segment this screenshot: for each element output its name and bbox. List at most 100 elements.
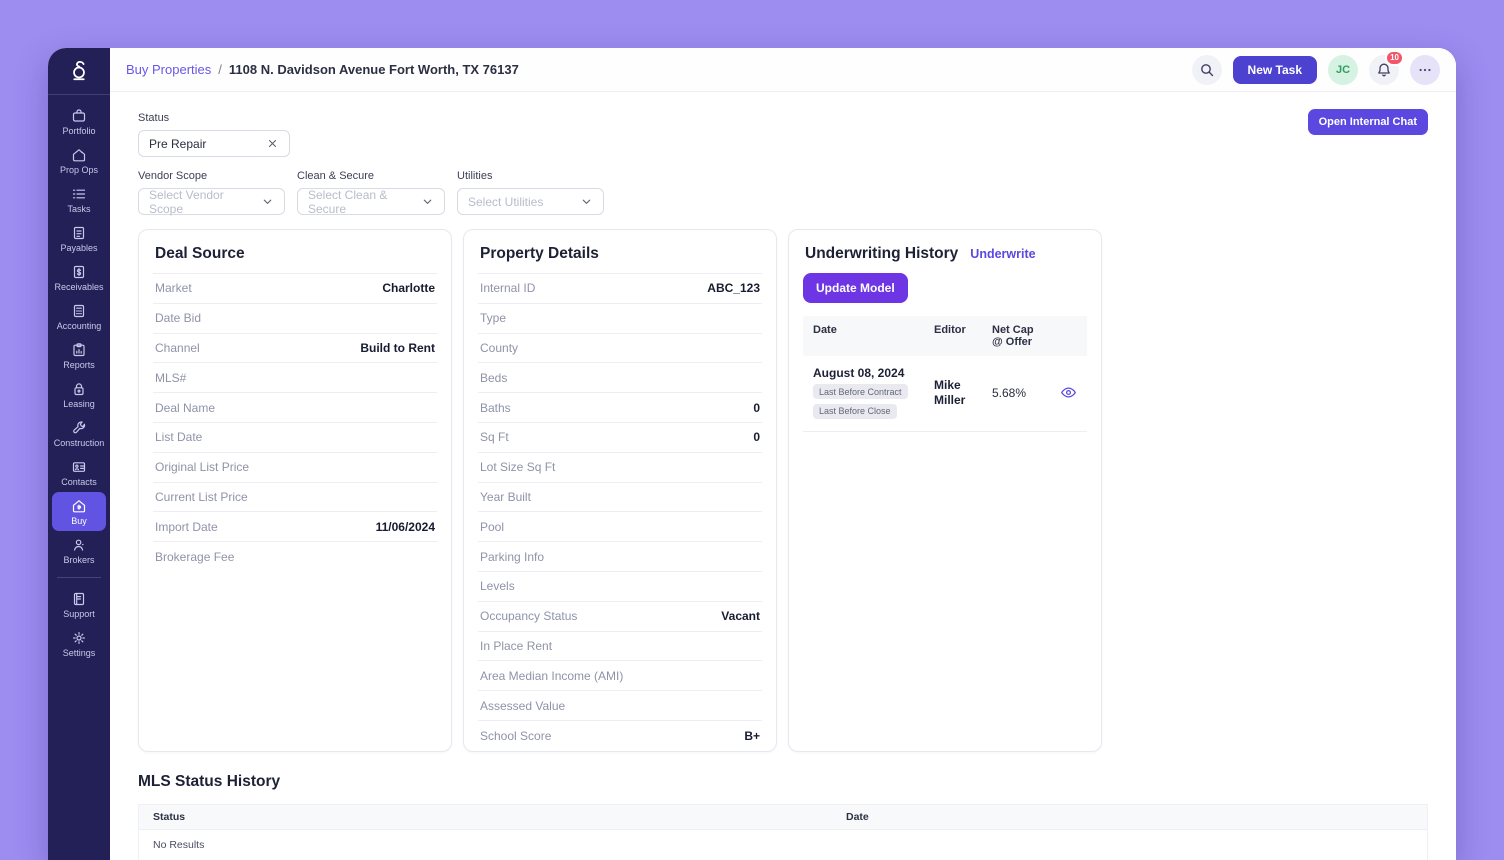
clean-secure-label: Clean & Secure	[297, 170, 445, 182]
search-button[interactable]	[1192, 55, 1222, 85]
clean-secure-select[interactable]: Select Clean & Secure	[297, 188, 445, 215]
property-row-levels: Levels	[478, 572, 762, 602]
topbar: Buy Properties / 1108 N. Davidson Avenue…	[110, 48, 1456, 92]
tag-last-before-close: Last Before Close	[813, 404, 897, 419]
sidebar-item-contacts[interactable]: Contacts	[52, 453, 106, 492]
app-window: Portfolio Prop Ops Tasks Payables Receiv…	[48, 48, 1456, 860]
utilities-label: Utilities	[457, 170, 604, 182]
info-cards: Deal Source MarketCharlotte Date Bid Cha…	[138, 229, 1428, 752]
property-row-type: Type	[478, 304, 762, 334]
sidebar-item-reports[interactable]: Reports	[52, 336, 106, 375]
underwriting-header: Underwriting History Underwrite	[803, 230, 1087, 267]
underwriting-history-card: Underwriting History Underwrite Update M…	[788, 229, 1102, 752]
deal-source-row-original-list-price: Original List Price	[153, 453, 437, 483]
settings-icon	[71, 630, 87, 646]
deal-source-row-brokerage-fee: Brokerage Fee	[153, 542, 437, 572]
user-avatar[interactable]: JC	[1328, 55, 1358, 85]
deal-source-card: Deal Source MarketCharlotte Date Bid Cha…	[138, 229, 452, 752]
sidebar-divider	[57, 577, 101, 578]
sidebar-item-receivables[interactable]: Receivables	[52, 258, 106, 297]
property-row-baths: Baths0	[478, 393, 762, 423]
column-header-net-cap: Net Cap @ Offer	[992, 324, 1060, 348]
brokers-icon	[71, 537, 87, 553]
underwriting-title: Underwriting History	[805, 245, 958, 263]
underwriting-table-header: Date Editor Net Cap @ Offer	[803, 316, 1087, 356]
clean-secure-placeholder: Select Clean & Secure	[308, 188, 421, 216]
app-logo[interactable]	[48, 48, 110, 95]
sidebar-nav: Portfolio Prop Ops Tasks Payables Receiv…	[48, 95, 110, 860]
property-row-sqft: Sq Ft0	[478, 423, 762, 453]
notification-count-badge: 10	[1385, 50, 1404, 66]
vendor-scope-select[interactable]: Select Vendor Scope	[138, 188, 285, 215]
mls-status-history-table: Status Date No Results	[138, 804, 1428, 860]
vendor-scope-placeholder: Select Vendor Scope	[149, 188, 261, 216]
column-header-editor: Editor	[934, 324, 992, 336]
sidebar-item-settings[interactable]: Settings	[52, 624, 106, 663]
open-internal-chat-button[interactable]: Open Internal Chat	[1308, 109, 1428, 135]
payables-icon	[71, 225, 87, 241]
sidebar-item-construction[interactable]: Construction	[52, 414, 106, 453]
sidebar-item-payables[interactable]: Payables	[52, 219, 106, 258]
column-header-date: Date	[813, 324, 934, 336]
x-icon[interactable]	[266, 137, 279, 150]
deal-source-row-market: MarketCharlotte	[153, 274, 437, 304]
property-details-card: Property Details Internal IDABC_123 Type…	[463, 229, 777, 752]
construction-icon	[71, 420, 87, 436]
mascot-logo-icon	[66, 58, 92, 84]
deal-source-row-import-date: Import Date11/06/2024	[153, 512, 437, 542]
breadcrumb-current-address: 1108 N. Davidson Avenue Fort Worth, TX 7…	[229, 62, 519, 77]
column-header-date: Date	[846, 811, 869, 823]
update-model-button[interactable]: Update Model	[803, 273, 908, 303]
property-row-assessed-value: Assessed Value	[478, 691, 762, 721]
mls-table-header: Status Date	[138, 804, 1428, 830]
sidebar-item-accounting[interactable]: Accounting	[52, 297, 106, 336]
vendor-scope-filter: Vendor Scope Select Vendor Scope	[138, 170, 285, 215]
eye-icon[interactable]	[1060, 384, 1077, 401]
deal-source-row-mls: MLS#	[153, 363, 437, 393]
property-row-school-score: School ScoreB+	[478, 721, 762, 751]
property-row-ami: Area Median Income (AMI)	[478, 661, 762, 691]
receivables-icon	[71, 264, 87, 280]
sidebar-item-prop-ops[interactable]: Prop Ops	[52, 141, 106, 180]
new-task-button[interactable]: New Task	[1233, 56, 1317, 84]
underwriting-table: Date Editor Net Cap @ Offer August 08, 2…	[803, 316, 1087, 432]
secondary-filters: Vendor Scope Select Vendor Scope Clean &…	[138, 170, 1428, 215]
property-row-occupancy-status: Occupancy StatusVacant	[478, 602, 762, 632]
deal-source-row-list-date: List Date	[153, 423, 437, 453]
sidebar-item-leasing[interactable]: Leasing	[52, 375, 106, 414]
sidebar-item-buy[interactable]: Buy	[52, 492, 106, 531]
clean-secure-filter: Clean & Secure Select Clean & Secure	[297, 170, 445, 215]
deal-source-row-date-bid: Date Bid	[153, 304, 437, 334]
deal-source-title: Deal Source	[153, 230, 437, 274]
leasing-icon	[71, 381, 87, 397]
search-icon	[1199, 62, 1215, 78]
underwriting-table-row: August 08, 2024 Last Before Contract Las…	[803, 356, 1087, 432]
sidebar: Portfolio Prop Ops Tasks Payables Receiv…	[48, 48, 110, 860]
sidebar-item-tasks[interactable]: Tasks	[52, 180, 106, 219]
property-row-lot-size: Lot Size Sq Ft	[478, 453, 762, 483]
sidebar-item-brokers[interactable]: Brokers	[52, 531, 106, 570]
property-row-internal-id: Internal IDABC_123	[478, 274, 762, 304]
contacts-icon	[71, 459, 87, 475]
status-select[interactable]: Pre Repair	[138, 130, 290, 157]
sidebar-item-support[interactable]: Support	[52, 585, 106, 624]
buy-icon	[71, 498, 87, 514]
property-row-parking-info: Parking Info	[478, 542, 762, 572]
tag-last-before-contract: Last Before Contract	[813, 384, 908, 399]
tasks-icon	[71, 186, 87, 202]
support-icon	[71, 591, 87, 607]
sidebar-item-portfolio[interactable]: Portfolio	[52, 102, 106, 141]
ellipsis-icon	[1417, 62, 1433, 78]
portfolio-icon	[71, 108, 87, 124]
underwrite-link[interactable]: Underwrite	[970, 247, 1035, 261]
breadcrumb-link-buy-properties[interactable]: Buy Properties	[126, 62, 211, 77]
status-filter-label: Status	[138, 112, 1428, 124]
mls-status-history-title: MLS Status History	[138, 773, 1428, 791]
no-results-text: No Results	[153, 839, 204, 851]
breadcrumb: Buy Properties / 1108 N. Davidson Avenue…	[126, 62, 519, 77]
utilities-select[interactable]: Select Utilities	[457, 188, 604, 215]
accounting-icon	[71, 303, 87, 319]
property-row-beds: Beds	[478, 363, 762, 393]
more-menu-button[interactable]	[1410, 55, 1440, 85]
deal-source-row-channel: ChannelBuild to Rent	[153, 334, 437, 364]
